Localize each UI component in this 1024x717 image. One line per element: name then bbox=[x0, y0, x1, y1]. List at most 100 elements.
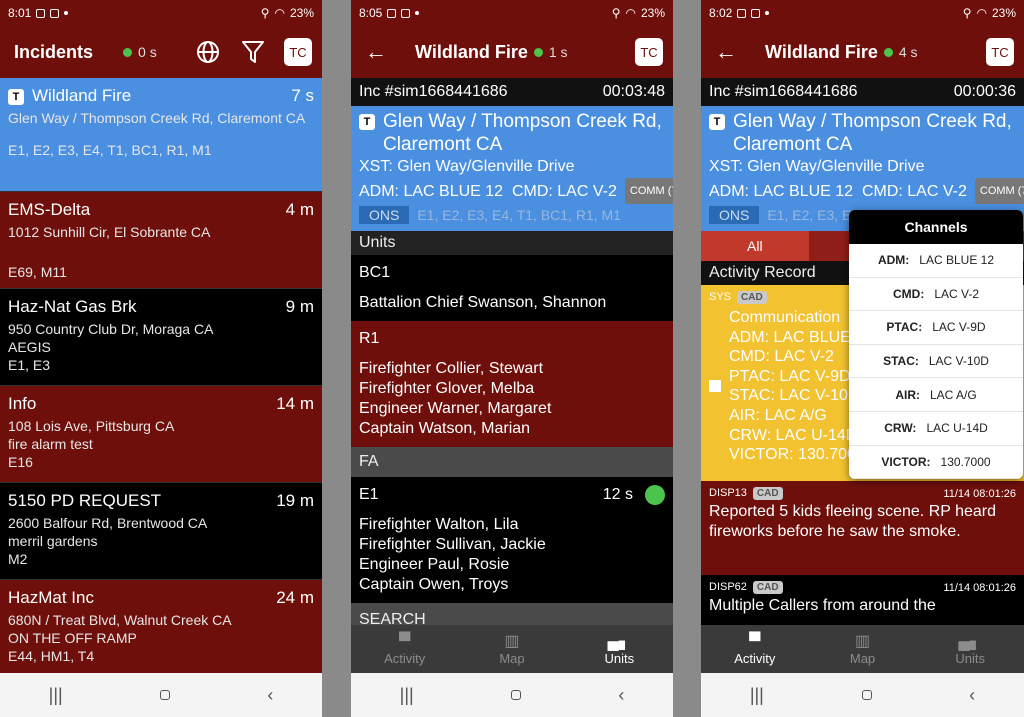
bottom-tab-bar: ▀ Activity ▥ Map ▄▖ Units bbox=[701, 625, 1024, 673]
incident-name: HazMat Inc bbox=[8, 588, 94, 607]
chat-icon: ▀ bbox=[398, 632, 411, 650]
incident-units: E16 bbox=[8, 454, 33, 470]
notification-icon bbox=[387, 8, 397, 18]
filter-all[interactable]: All bbox=[701, 231, 809, 261]
incident-address: 680N / Treat Blvd, Walnut Creek CA bbox=[8, 612, 232, 628]
system-back-icon[interactable]: ‹ bbox=[267, 685, 273, 706]
channel-value: LAC V-10D bbox=[928, 354, 989, 369]
cad-badge: CAD bbox=[737, 291, 767, 304]
home-icon[interactable] bbox=[511, 690, 521, 700]
user-avatar[interactable]: TC bbox=[284, 38, 312, 66]
channel-row[interactable]: STAC: LAC V-10D bbox=[849, 345, 1023, 379]
channel-row[interactable]: ADM: LAC BLUE 12 bbox=[849, 244, 1023, 278]
image-icon bbox=[50, 8, 60, 18]
back-arrow-icon[interactable]: ← bbox=[365, 39, 387, 65]
incident-note: fire alarm test bbox=[8, 436, 93, 452]
entry-line: Communication bbox=[729, 309, 841, 326]
unit-age: 12 s bbox=[602, 486, 633, 503]
incident-item[interactable]: T Wildland Fire 7 s Glen Way / Thompson Cr… bbox=[0, 78, 322, 192]
channel-row[interactable]: VICTOR: 130.7000 bbox=[849, 446, 1023, 480]
user-avatar[interactable]: TC bbox=[635, 38, 663, 66]
entry-time: 11/14 08:01:26 bbox=[943, 581, 1016, 594]
incident-name: 5150 PD REQUEST bbox=[8, 491, 162, 510]
location-icon: ⚲ bbox=[611, 6, 621, 20]
incident-item[interactable]: EMS-Delta 4 m 1012 Sunhill Cir, El Sobran… bbox=[0, 192, 322, 289]
channel-key: AIR: bbox=[895, 387, 920, 402]
battery-level: 23% bbox=[640, 6, 665, 20]
entry-source: DISP62 bbox=[709, 581, 747, 593]
ons-badge[interactable]: ONS bbox=[359, 206, 410, 224]
tab-activity[interactable]: ▀ Activity bbox=[701, 625, 809, 673]
dot-icon bbox=[415, 11, 420, 15]
incident-age: 4 m bbox=[285, 200, 314, 219]
activity-entry[interactable]: DISP62 CAD 11/14 08:01:26 Multiple Callers… bbox=[701, 575, 1024, 625]
incident-name: EMS-Delta bbox=[8, 200, 91, 219]
map-icon: ▥ bbox=[504, 632, 520, 650]
unit-id: E1 bbox=[359, 486, 379, 503]
incident-item[interactable]: HazMat Inc 24 m 680N / Treat Blvd, Walnut… bbox=[0, 580, 322, 677]
incident-age: 9 m bbox=[285, 297, 314, 316]
notification-icon bbox=[737, 8, 747, 18]
channel-key: PTAC: bbox=[886, 320, 923, 335]
globe-icon[interactable] bbox=[196, 40, 220, 69]
dot-icon bbox=[765, 11, 770, 15]
incident-note: merril gardens bbox=[8, 533, 98, 549]
incident-address: Glen Way / Thompson Creek Rd, Claremont … bbox=[383, 111, 662, 155]
unit-card[interactable]: BC1 Battalion Chief Swanson, Shannon bbox=[351, 255, 673, 321]
cross-street: XST: Glen Way/Glenville Drive bbox=[709, 158, 925, 175]
unit-card[interactable]: E1 12 s Firefighter Walton, Lila Firefig… bbox=[351, 477, 673, 603]
tab-units[interactable]: ▄▖ Units bbox=[566, 625, 673, 673]
type-badge: T bbox=[359, 114, 375, 130]
incident-address: 950 Country Club Dr, Moraga CA bbox=[8, 321, 214, 337]
location-icon: ⚲ bbox=[260, 6, 270, 20]
user-avatar[interactable]: TC bbox=[986, 38, 1014, 66]
recents-icon[interactable]: ||| bbox=[750, 685, 764, 706]
channel-value: 130.7000 bbox=[940, 454, 991, 469]
vehicle-icon: ▄▖ bbox=[607, 632, 632, 650]
channel-row[interactable]: PTAC: LAC V-9D bbox=[849, 311, 1023, 345]
tab-label: Map bbox=[499, 650, 525, 666]
filter-icon[interactable] bbox=[242, 40, 264, 69]
app-bar: ← Wildland Fire 4 s TC bbox=[701, 26, 1024, 78]
incident-note: AEGIS bbox=[8, 339, 51, 355]
entry-line: ADM: LAC BLUE bbox=[729, 328, 851, 346]
tab-map[interactable]: ▥ Map bbox=[809, 625, 917, 673]
type-badge: T bbox=[8, 89, 24, 105]
incident-item[interactable]: 5150 PD REQUEST 19 m 2600 Balfour Rd, Bre… bbox=[0, 483, 322, 580]
incident-id-bar: Inc #sim1668441686 00:03:48 bbox=[351, 78, 673, 106]
tab-map[interactable]: ▥ Map bbox=[458, 625, 565, 673]
back-arrow-icon[interactable]: ← bbox=[715, 39, 737, 65]
incident-item[interactable]: Info 14 m 108 Lois Ave, Pittsburg CA fire… bbox=[0, 386, 322, 483]
incident-age: 4 s bbox=[898, 44, 918, 60]
incident-item[interactable]: Haz-Nat Gas Brk 9 m 950 Country Club Dr, … bbox=[0, 289, 322, 386]
channels-popup: Channels ADM: LAC BLUE 12 CMD: LAC V-2 PTA… bbox=[849, 210, 1023, 480]
comm-button[interactable]: COMM (7 bbox=[974, 178, 1024, 204]
recents-icon[interactable]: ||| bbox=[400, 685, 414, 706]
tab-units[interactable]: ▄▖ Units bbox=[916, 625, 1024, 673]
home-icon[interactable] bbox=[160, 690, 170, 700]
entry-line: CRW: LAC U-14D bbox=[729, 426, 858, 444]
entry-line: CMD: LAC V-2 bbox=[729, 348, 834, 366]
entry-checkbox[interactable] bbox=[709, 380, 721, 392]
recents-icon[interactable]: ||| bbox=[49, 685, 63, 706]
channel-row[interactable]: CRW: LAC U-14D bbox=[849, 412, 1023, 446]
tab-label: Map bbox=[849, 650, 876, 666]
wifi-icon: ◠ bbox=[274, 6, 285, 20]
home-icon[interactable] bbox=[861, 690, 872, 700]
clock: 8:02 bbox=[709, 6, 733, 20]
unit-card[interactable]: R1 Firefighter Collier, Stewart Firefigh… bbox=[351, 321, 673, 447]
location-icon: ⚲ bbox=[962, 6, 972, 20]
tab-activity[interactable]: ▀ Activity bbox=[351, 625, 458, 673]
channel-row[interactable]: CMD: LAC V-2 bbox=[849, 278, 1023, 312]
channel-value: LAC U-14D bbox=[926, 421, 988, 436]
activity-entry[interactable]: DISP13 CAD 11/14 08:01:26 Reported 5 kids … bbox=[701, 481, 1024, 575]
type-badge: T bbox=[709, 114, 725, 130]
system-back-icon[interactable]: ‹ bbox=[618, 685, 624, 706]
channel-row[interactable]: AIR: LAC A/G bbox=[849, 378, 1023, 412]
ons-badge[interactable]: ONS bbox=[709, 206, 760, 224]
unit-member: Captain Watson, Marian bbox=[359, 420, 531, 437]
comm-button[interactable]: COMM (7 bbox=[624, 178, 673, 204]
entry-text: Reported 5 kids fleeing scene. RP heard … bbox=[709, 503, 996, 540]
unit-member: Firefighter Collier, Stewart bbox=[359, 360, 544, 377]
system-back-icon[interactable]: ‹ bbox=[969, 685, 975, 706]
